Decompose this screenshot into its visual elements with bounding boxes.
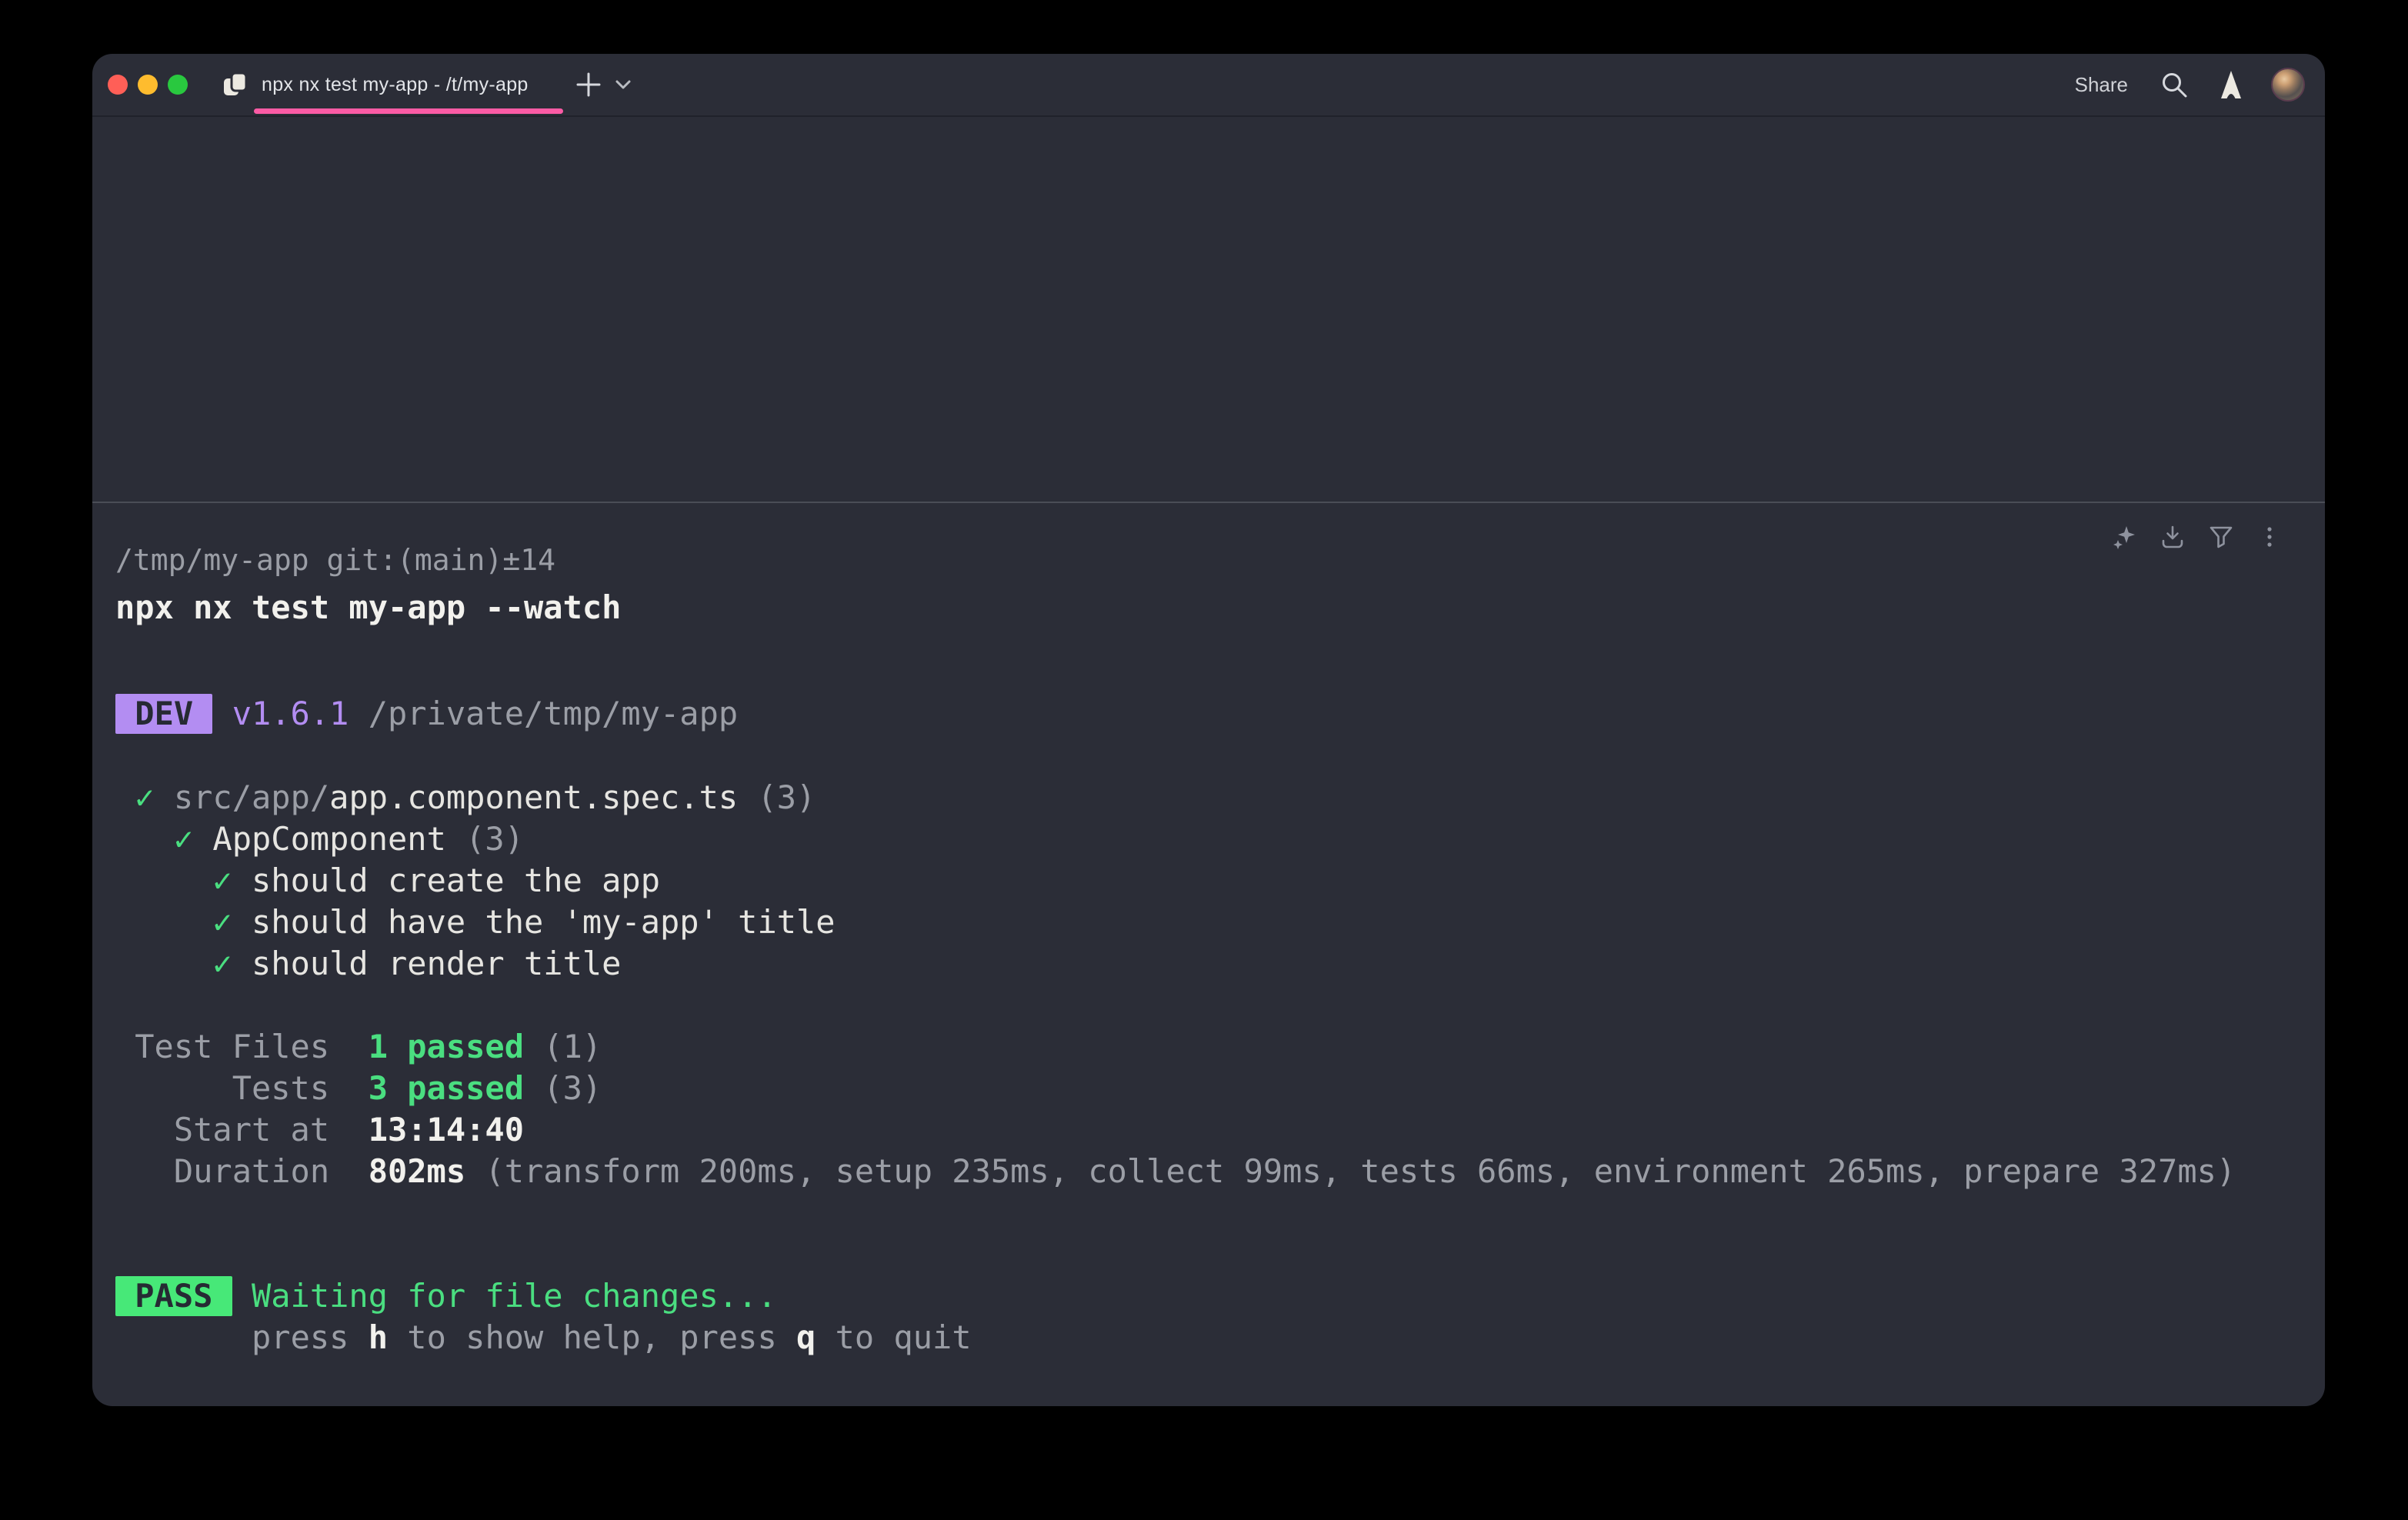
vitest-version: v1.6.1	[232, 693, 349, 735]
traffic-lights	[108, 75, 188, 95]
command-text: npx nx test my-app --watch	[115, 587, 621, 628]
shell-prompt: /tmp/my-app git:(main)±14	[115, 539, 2325, 581]
tab-title: npx nx test my-app - /t/my-app	[262, 74, 529, 96]
summary-extra: (3)	[524, 1068, 602, 1109]
hint-text: to quit	[815, 1317, 971, 1358]
check-icon: ✓	[212, 943, 232, 985]
check-icon: ✓	[174, 818, 193, 860]
watch-message: Waiting for file changes...	[252, 1275, 777, 1317]
filter-icon[interactable]	[2209, 525, 2233, 549]
summary-value: 3 passed	[369, 1068, 524, 1109]
dev-badge: DEV	[115, 694, 212, 734]
hint-text: to show help, press	[388, 1317, 796, 1358]
warp-logo-icon[interactable]	[2214, 68, 2248, 102]
prompt-path: /tmp/my-app git:(main)±14	[115, 539, 555, 581]
hint-key-h: h	[369, 1317, 388, 1358]
test-suite-name: AppComponent	[212, 818, 445, 860]
minimize-window-button[interactable]	[138, 75, 158, 95]
test-suite-count: (3)	[446, 818, 524, 860]
close-window-button[interactable]	[108, 75, 128, 95]
summary-row-duration: Duration 802ms (transform 200ms, setup 2…	[115, 1151, 2325, 1192]
empty-terminal-pane	[92, 117, 2325, 502]
summary-row-tests: Tests 3 passed (3)	[115, 1068, 2325, 1109]
check-icon: ✓	[212, 860, 232, 902]
test-suite-row: ✓ AppComponent (3)	[115, 818, 2325, 860]
test-case-name: should have the 'my-app' title	[252, 902, 835, 943]
test-file-dir: src/app/	[174, 777, 329, 818]
search-icon[interactable]	[2157, 68, 2191, 102]
hint-key-q: q	[796, 1317, 815, 1358]
project-path: /private/tmp/my-app	[369, 693, 738, 735]
test-case-name: should create the app	[252, 860, 660, 902]
summary-extra: (transform 200ms, setup 235ms, collect 9…	[465, 1151, 2236, 1192]
test-case-name: should render title	[252, 943, 621, 985]
tab-list-chevron-down-icon[interactable]	[610, 72, 636, 98]
summary-row-start-at: Start at 13:14:40	[115, 1109, 2325, 1151]
command-line[interactable]: npx nx test my-app --watch	[115, 587, 2325, 628]
download-icon[interactable]	[2160, 525, 2185, 549]
check-icon: ✓	[135, 777, 154, 818]
watch-status-row: PASS Waiting for file changes...	[115, 1275, 2325, 1317]
avatar[interactable]	[2271, 68, 2305, 102]
test-case-row: ✓ should render title	[115, 943, 2325, 985]
terminal-window: npx nx test my-app - /t/my-app Share	[92, 54, 2325, 1406]
titlebar-right-cluster: Share	[2075, 68, 2305, 102]
sparkles-icon[interactable]	[2112, 525, 2136, 549]
hint-text: press	[252, 1317, 369, 1358]
summary-value: 13:14:40	[369, 1109, 524, 1151]
vitest-dev-line: DEV v1.6.1 /private/tmp/my-app	[115, 693, 2325, 735]
command-block: /tmp/my-app git:(main)±14 npx nx test my…	[92, 503, 2325, 1406]
share-button[interactable]: Share	[2075, 73, 2128, 97]
summary-value: 802ms	[369, 1151, 465, 1192]
check-icon: ✓	[212, 902, 232, 943]
summary-label: Test Files	[115, 1026, 329, 1068]
test-case-row: ✓ should create the app	[115, 860, 2325, 902]
test-file-count: (3)	[738, 777, 815, 818]
summary-extra: (1)	[524, 1026, 602, 1068]
test-case-row: ✓ should have the 'my-app' title	[115, 902, 2325, 943]
active-tab-indicator	[254, 108, 563, 114]
watch-hint-row: press h to show help, press q to quit	[115, 1317, 2325, 1358]
test-file-row: ✓ src/app/ app.component.spec.ts (3)	[115, 777, 2325, 818]
kebab-menu-icon[interactable]	[2257, 525, 2282, 549]
summary-label: Tests	[115, 1068, 329, 1109]
blocks-icon	[222, 70, 249, 99]
zoom-window-button[interactable]	[168, 75, 188, 95]
pass-badge: PASS	[115, 1276, 232, 1316]
tab-active[interactable]: npx nx test my-app - /t/my-app	[222, 54, 552, 115]
summary-value: 1 passed	[369, 1026, 524, 1068]
new-tab-button[interactable]	[572, 68, 605, 102]
block-actions-toolbar	[2112, 525, 2282, 549]
summary-row-test-files: Test Files 1 passed (1)	[115, 1026, 2325, 1068]
summary-label: Duration	[115, 1151, 329, 1192]
test-file-name: app.component.spec.ts	[329, 777, 738, 818]
titlebar[interactable]: npx nx test my-app - /t/my-app Share	[92, 54, 2325, 117]
summary-label: Start at	[115, 1109, 329, 1151]
